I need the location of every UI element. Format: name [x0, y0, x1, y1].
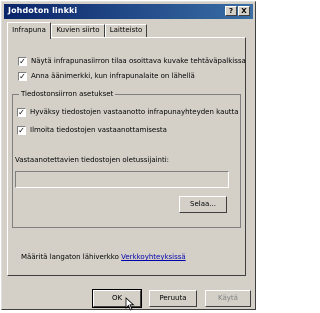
browse-button[interactable]: Selaa... [179, 196, 227, 213]
default-location-label: Vastaanotettavien tiedostojen oletussija… [15, 156, 170, 164]
accept-checkbox[interactable]: ✓ [17, 108, 26, 117]
tab-kuvien-siirto[interactable]: Kuvien siirto [51, 24, 105, 37]
window-title: Johdoton linkki [8, 6, 78, 15]
default-location-field[interactable] [15, 171, 229, 188]
infrapuna-panel: ✓ Näytä infrapunasiirron tilaa osoittava… [7, 37, 246, 276]
sound-label: Anna äänimerkki, kun infrapunalaite on l… [31, 72, 195, 80]
help-icon: ? [228, 7, 234, 15]
mouse-pointer-icon [125, 297, 135, 311]
network-connections-link[interactable]: Verkkoyhteyksissä [121, 253, 186, 261]
notify-label: Ilmoita tiedostojen vastaanottamisesta [30, 126, 167, 134]
close-icon: X [241, 7, 247, 15]
apply-button[interactable]: Käytä [205, 290, 251, 307]
close-button[interactable]: X [238, 6, 250, 16]
tray-icon-checkbox[interactable]: ✓ [18, 57, 27, 66]
title-bar[interactable]: Johdoton linkki ? X [4, 4, 253, 19]
tab-infrapuna[interactable]: Infrapuna [7, 22, 51, 39]
wireless-setup-label: Määritä langaton lähiverkko [21, 253, 119, 261]
tray-icon-label: Näytä infrapunasiirron tilaa osoittava k… [31, 57, 246, 65]
notify-checkbox[interactable]: ✓ [17, 126, 26, 135]
sound-checkbox[interactable]: ✓ [18, 72, 27, 81]
transfer-settings-title: Tiedostonsiirron asetukset [19, 89, 116, 100]
accept-label: Hyväksy tiedostojen vastaanotto infrapun… [30, 108, 239, 116]
tab-laitteisto[interactable]: Laitteisto [105, 24, 147, 37]
help-button[interactable]: ? [225, 6, 237, 16]
cancel-button[interactable]: Peruuta [149, 290, 197, 307]
wireless-setup-text: Määritä langaton lähiverkko Verkkoyhteyk… [21, 253, 186, 261]
